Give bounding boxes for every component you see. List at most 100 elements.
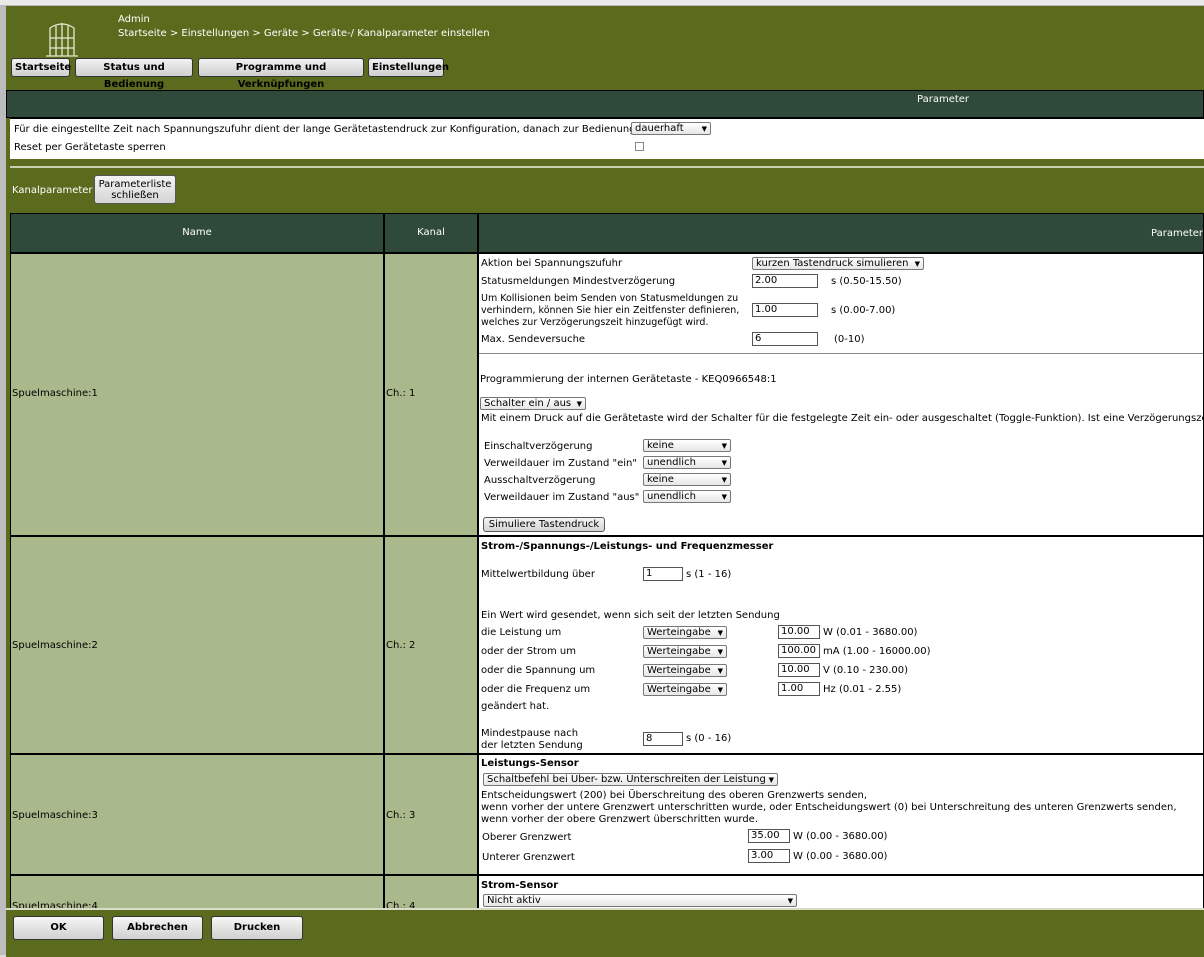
channel-number: Ch.: 1 [386,388,416,399]
leistung-sensor-select[interactable]: Schaltbefehl bei Über- bzw. Unterschreit… [483,773,778,786]
column-header-kanal: Kanal [384,213,478,253]
simulate-button[interactable]: Simuliere Tastendruck [483,517,605,532]
pause-label-1: Mindestpause nach [481,728,579,739]
column-header-parameter-label: Parameter [1151,228,1204,239]
nav-programme-button[interactable]: Programme und Verknüpfungen [198,58,364,90]
channel-number: Ch.: 3 [386,810,416,821]
pause-label-2: der letzten Sendung [481,740,583,751]
spannung-mode-select[interactable]: Werteingabe ▼ [643,664,727,677]
verweil-aus-label: Verweildauer im Zustand "aus" [484,492,640,503]
frequenz-mode-select[interactable]: Werteingabe ▼ [643,683,727,696]
chevron-down-icon: ▼ [717,629,723,637]
frequenz-mode-value: Werteingabe [647,684,711,695]
ausschalt-select-value: keine [647,474,674,485]
verweil-ein-select-value: unendlich [647,457,696,468]
status-input[interactable]: 2.00 [752,274,818,288]
verweil-aus-select[interactable]: unendlich ▼ [643,490,731,503]
frequenz-input[interactable]: 1.00 [778,682,820,696]
chevron-down-icon: ▼ [717,667,723,675]
mittel-label: Mittelwertbildung über [481,569,595,580]
einschalt-select[interactable]: keine ▼ [643,439,731,452]
ok-button[interactable]: OK [13,916,104,940]
chevron-down-icon: ▼ [721,493,727,501]
column-header-name: Name [10,213,384,253]
table-row-kanal-cell: Ch.: 2 [384,536,478,754]
reset-label: Reset per Gerätetaste sperren [14,142,166,153]
table-row-param-cell: Strom-/Spannungs-/Leistungs- und Frequen… [478,536,1204,754]
ausschalt-label: Ausschaltverzögerung [484,475,596,486]
nav-startseite-button[interactable]: Startseite [11,58,71,77]
frequenz-range: Hz (0.01 - 2.55) [823,684,902,695]
strom-mode-value: Werteingabe [647,646,711,657]
nav-status-button[interactable]: Status und Bedienung [75,58,193,90]
config-select-value: dauerhaft [635,123,684,134]
description-line-3: wenn vorher der obere Grenzwert überschr… [481,814,759,825]
sende-range: (0-10) [834,334,865,345]
chevron-down-icon: ▼ [768,776,774,784]
column-header-parameter: Parameter [478,213,1204,253]
device-params-header-label: Parameter [917,94,970,105]
kollision-range: s (0.00-7.00) [831,305,896,316]
device-params-header: Parameter [6,90,1204,118]
section-title: Leistungs-Sensor [481,758,579,769]
pause-input[interactable]: 8 [643,732,683,746]
mode-select-value: Schalter ein / aus [484,398,572,409]
spannung-range: V (0.10 - 230.00) [823,665,909,676]
einschalt-label: Einschaltverzögerung [484,441,593,452]
spannung-input[interactable]: 10.00 [778,663,820,677]
kollision-input[interactable]: 1.00 [752,303,818,317]
table-row-name-cell: Spuelmaschine:3 [10,754,384,875]
strom-sensor-select[interactable]: Nicht aktiv ▼ [483,894,797,907]
chevron-down-icon: ▼ [721,459,727,467]
mittel-input[interactable]: 1 [643,567,683,581]
spannung-mode-value: Werteingabe [647,665,711,676]
table-row-kanal-cell: Ch.: 3 [384,754,478,875]
print-button[interactable]: Drucken [211,916,303,940]
channel-number: Ch.: 2 [386,640,416,651]
oberer-input[interactable]: 35.00 [748,829,790,843]
strom-mode-select[interactable]: Werteingabe ▼ [643,645,727,658]
reset-checkbox[interactable] [635,142,644,151]
cancel-button[interactable]: Abbrechen [112,916,203,940]
spannung-label: oder die Spannung um [481,665,596,676]
mode-select[interactable]: Schalter ein / aus ▼ [480,397,586,410]
section-title: Strom-Sensor [481,880,559,891]
leistung-mode-select[interactable]: Werteingabe ▼ [643,626,727,639]
verweil-ein-select[interactable]: unendlich ▼ [643,456,731,469]
ausschalt-select[interactable]: keine ▼ [643,473,731,486]
config-select[interactable]: dauerhaft ▼ [631,122,711,135]
chevron-down-icon: ▼ [717,648,723,656]
chevron-down-icon: ▼ [787,897,793,905]
channel-name: Spuelmaschine:1 [12,388,98,399]
leistung-input[interactable]: 10.00 [778,625,820,639]
aktion-select-value: kurzen Tastendruck simulieren [756,258,909,269]
table-row-kanal-cell: Ch.: 1 [384,253,478,536]
chevron-down-icon: ▼ [914,260,920,268]
leistung-mode-value: Werteingabe [647,627,711,638]
chevron-down-icon: ▼ [721,476,727,484]
table-row-param-cell: Aktion bei Spannungszufuhr kurzen Tasten… [478,253,1204,536]
chevron-down-icon: ▼ [721,442,727,450]
homematic-logo-icon [46,23,78,57]
config-text: Für die eingestellte Zeit nach Spannungs… [14,124,639,135]
device-params-box: Für die eingestellte Zeit nach Spannungs… [10,118,1204,159]
leistung-label: die Leistung um [481,627,562,638]
kollision-text-2: verhindern, können Sie hier ein Zeitfens… [481,305,740,316]
strom-input[interactable]: 100.00 [778,644,820,658]
table-row-param-cell: Leistungs-Sensor Schaltbefehl bei Über- … [478,754,1204,875]
leistung-sensor-value: Schaltbefehl bei Über- bzw. Unterschreit… [487,774,766,785]
aktion-select[interactable]: kurzen Tastendruck simulieren ▼ [752,257,924,270]
status-label: Statusmeldungen Mindestverzögerung [481,276,676,287]
verweil-ein-label: Verweildauer im Zustand "ein" [484,458,637,469]
kollision-text-1: Um Kollisionen beim Senden von Statusmel… [481,293,739,304]
table-row-name-cell: Spuelmaschine:1 [10,253,384,536]
mittel-range: s (1 - 16) [686,569,732,580]
divider [10,166,1204,168]
sende-input[interactable]: 6 [752,332,818,346]
unterer-input[interactable]: 3.00 [748,849,790,863]
chevron-down-icon: ▼ [576,400,582,408]
close-paramlist-button[interactable]: Parameterliste schließen [94,175,176,204]
verweil-aus-select-value: unendlich [647,491,696,502]
nav-einstellungen-button[interactable]: Einstellungen [368,58,449,77]
strom-label: oder der Strom um [481,646,576,657]
